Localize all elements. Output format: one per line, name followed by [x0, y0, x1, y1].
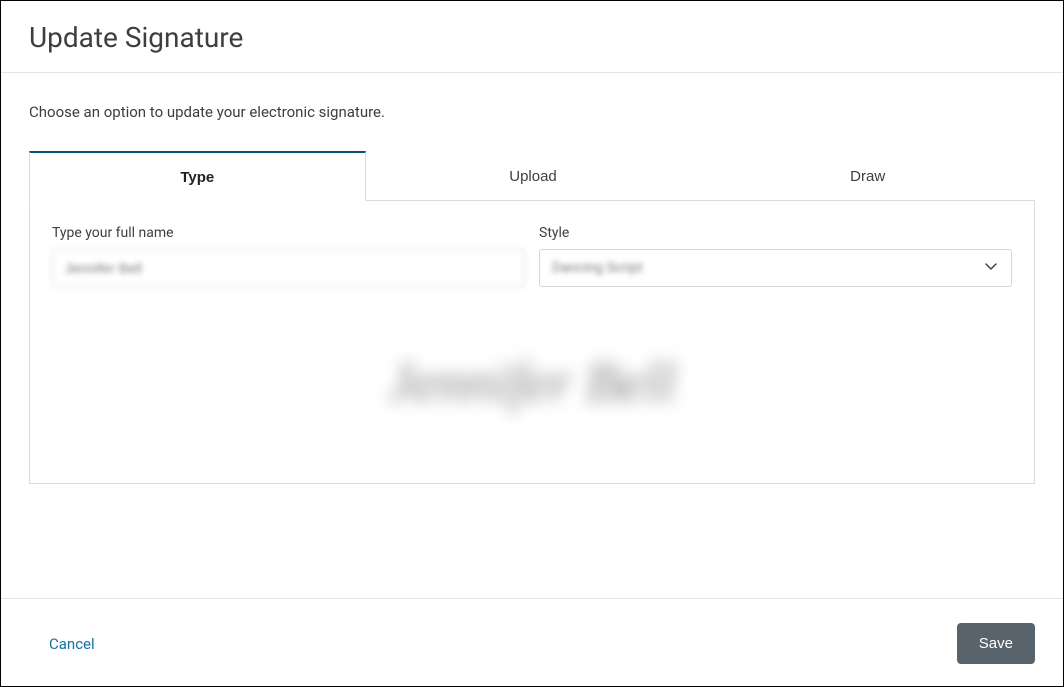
full-name-field-group: Type your full name — [52, 225, 525, 287]
tab-type[interactable]: Type — [29, 151, 366, 201]
style-field-group: Style Dancing Script — [539, 225, 1012, 287]
tab-upload[interactable]: Upload — [366, 151, 701, 200]
tabs-bar: Type Upload Draw — [29, 151, 1035, 201]
tab-draw[interactable]: Draw — [700, 151, 1035, 200]
style-select-value: Dancing Script — [552, 260, 643, 276]
full-name-label: Type your full name — [52, 225, 525, 241]
fields-row: Type your full name Style Dancing Script — [52, 225, 1012, 287]
style-select[interactable]: Dancing Script — [539, 249, 1012, 287]
tab-panel-type: Type your full name Style Dancing Script… — [29, 201, 1035, 484]
instruction-text: Choose an option to update your electron… — [29, 103, 1035, 121]
signature-preview-text: Jennifer Bell — [388, 351, 676, 415]
full-name-input[interactable] — [52, 249, 525, 287]
save-button[interactable]: Save — [957, 623, 1035, 664]
chevron-down-icon — [983, 258, 999, 278]
signature-preview-area: Jennifer Bell — [52, 313, 1012, 453]
page-title: Update Signature — [29, 21, 1035, 54]
cancel-button[interactable]: Cancel — [29, 635, 95, 653]
dialog-content: Choose an option to update your electron… — [1, 73, 1063, 484]
style-label: Style — [539, 225, 1012, 241]
dialog-header: Update Signature — [1, 1, 1063, 73]
dialog-footer: Cancel Save — [1, 598, 1063, 686]
